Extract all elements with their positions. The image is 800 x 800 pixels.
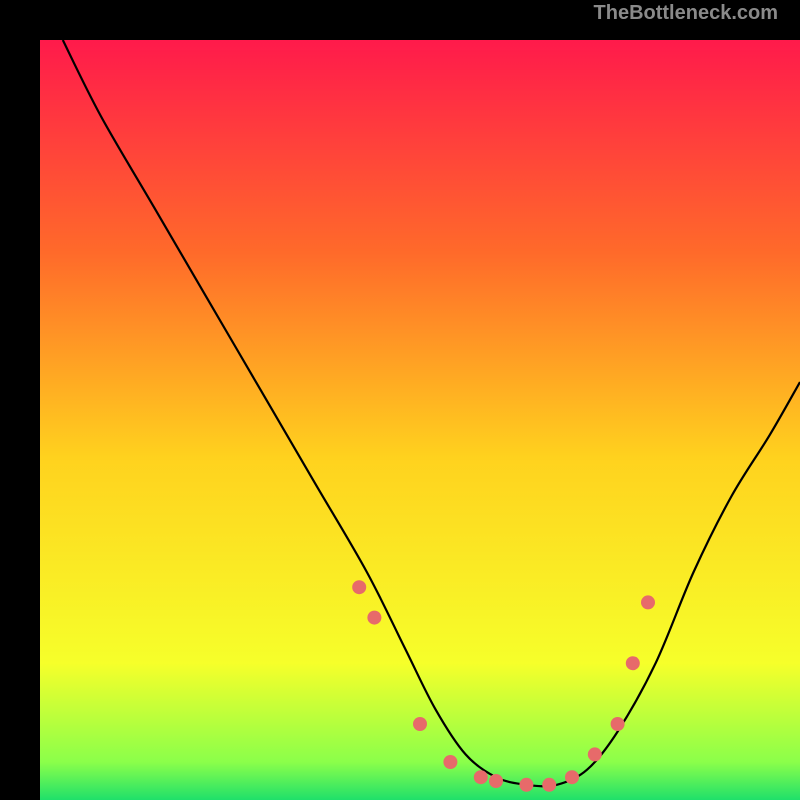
watermark-text: TheBottleneck.com <box>594 2 778 25</box>
data-marker <box>588 747 602 761</box>
data-marker <box>352 580 366 594</box>
data-marker <box>519 778 533 792</box>
data-marker <box>626 656 640 670</box>
data-marker <box>489 774 503 788</box>
chart-plot <box>40 40 800 800</box>
data-marker <box>367 611 381 625</box>
data-marker <box>443 755 457 769</box>
data-marker <box>565 770 579 784</box>
data-marker <box>542 778 556 792</box>
data-marker <box>641 595 655 609</box>
data-marker <box>413 717 427 731</box>
chart-frame <box>20 20 780 780</box>
data-marker <box>474 770 488 784</box>
data-marker <box>611 717 625 731</box>
gradient-background <box>40 40 800 800</box>
